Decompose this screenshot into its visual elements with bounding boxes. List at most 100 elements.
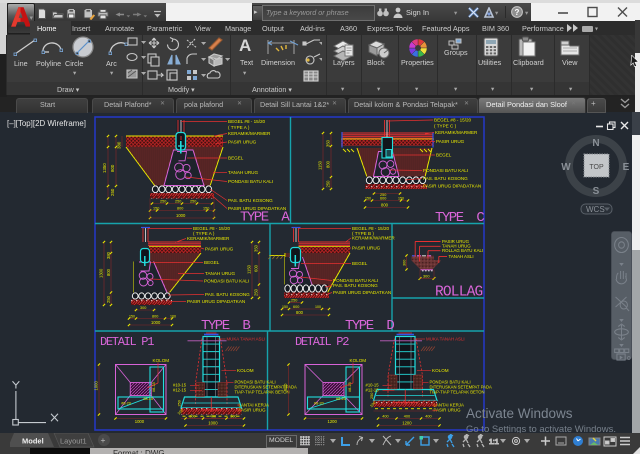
svg-text:800: 800 (283, 383, 288, 391)
svg-text:300: 300 (140, 306, 146, 310)
svg-text:PASIR URUG DIPADATKAN: PASIR URUG DIPADATKAN (423, 184, 481, 189)
svg-text:800: 800 (106, 268, 111, 276)
svg-text:DETAIL P1: DETAIL P1 (100, 335, 154, 349)
svg-text:PASIR URUG: PASIR URUG (436, 139, 465, 144)
svg-text:PASIR URUG DIPADATKAN: PASIR URUG DIPADATKAN (333, 290, 391, 295)
svg-text:PAS. BATU KOSONG: PAS. BATU KOSONG (333, 283, 378, 288)
svg-text:380: 380 (117, 141, 122, 149)
svg-text:1000: 1000 (94, 381, 99, 391)
svg-text:600: 600 (380, 196, 386, 200)
svg-text:TYPE A: TYPE A (240, 210, 290, 226)
svg-text:#8-25: #8-25 (336, 397, 346, 401)
svg-text:150: 150 (398, 196, 404, 200)
svg-text:350: 350 (254, 244, 259, 252)
svg-text:350: 350 (326, 139, 331, 147)
svg-text:WCS: WCS (586, 205, 605, 214)
svg-text:300: 300 (189, 414, 195, 418)
svg-text:1000: 1000 (176, 213, 186, 218)
svg-text:300: 300 (423, 273, 430, 278)
svg-text:KERAMIK/MARMER: KERAMIK/MARMER (435, 130, 478, 135)
svg-text:BEGEL #8 - 15/20: BEGEL #8 - 15/20 (228, 119, 266, 124)
svg-text:PASIR URUG: PASIR URUG (228, 140, 257, 145)
svg-text:250: 250 (160, 199, 166, 203)
svg-text:TANAH URUG: TANAH URUG (205, 271, 235, 276)
svg-text:PASIR URUG: PASIR URUG (352, 246, 381, 251)
svg-text:1150: 1150 (318, 160, 323, 170)
svg-text:#8-15: #8-15 (143, 397, 153, 401)
svg-text:600: 600 (293, 305, 299, 309)
svg-text:250: 250 (190, 199, 196, 203)
svg-text:TIAP-TIAP TELAPAK BETON: TIAP-TIAP TELAPAK BETON (235, 390, 290, 395)
svg-text:300: 300 (230, 414, 236, 418)
svg-text:TOP: TOP (589, 164, 604, 171)
svg-text:800: 800 (152, 314, 158, 318)
svg-text:250: 250 (110, 188, 115, 196)
svg-text:250: 250 (326, 180, 331, 188)
svg-text:#12-15: #12-15 (366, 388, 380, 393)
svg-text:MUKA TANAH ASLI: MUKA TANAH ASLI (227, 337, 266, 342)
svg-text:1350: 1350 (102, 163, 107, 173)
svg-text:KOLOM: KOLOM (350, 358, 367, 363)
svg-text:ROLLAG: ROLLAG (435, 285, 483, 301)
svg-text:PONDASI BATU KALI: PONDASI BATU KALI (423, 168, 468, 173)
svg-text:E: E (623, 162, 630, 173)
svg-text:#8-20: #8-20 (314, 402, 324, 406)
svg-text:400: 400 (210, 414, 216, 418)
svg-text:?: ? (515, 8, 520, 17)
svg-text:600: 600 (254, 264, 259, 272)
svg-text:+: + (101, 435, 106, 445)
svg-text:( TYPE A ): ( TYPE A ) (228, 125, 250, 130)
svg-text:800: 800 (296, 310, 304, 315)
svg-text:150: 150 (153, 206, 159, 210)
svg-text:ROLLAG BATU KALI: ROLLAG BATU KALI (442, 248, 483, 253)
svg-text:1000: 1000 (135, 419, 145, 424)
svg-text:TIAP-TIAP TELAPAK BETON: TIAP-TIAP TELAPAK BETON (430, 390, 485, 395)
svg-text:PASIR URUG: PASIR URUG (239, 408, 267, 413)
svg-text:400: 400 (425, 414, 431, 418)
svg-text:PONDASI BATU KALI: PONDASI BATU KALI (228, 179, 273, 184)
svg-text:250: 250 (254, 288, 259, 296)
svg-text:PASIR URUG: PASIR URUG (205, 247, 234, 252)
svg-text:N: N (592, 138, 599, 149)
svg-text:KOLOM: KOLOM (153, 358, 170, 363)
svg-text:250: 250 (291, 298, 297, 302)
svg-text:BEGEL: BEGEL (436, 153, 452, 158)
svg-text:800: 800 (177, 206, 183, 210)
svg-text:#8-20: #8-20 (121, 402, 131, 406)
svg-text:1150: 1150 (247, 264, 252, 274)
svg-text:400: 400 (382, 414, 388, 418)
svg-text:1000: 1000 (208, 420, 218, 425)
svg-text:150: 150 (203, 206, 209, 210)
svg-text:KERAMIK/MARMER: KERAMIK/MARMER (228, 131, 271, 136)
svg-text:300: 300 (403, 260, 407, 266)
svg-text:PASIR URUG DIPADATKAN: PASIR URUG DIPADATKAN (187, 299, 245, 304)
svg-text:KOLOM: KOLOM (237, 368, 254, 373)
svg-text:PASIR URUG: PASIR URUG (434, 408, 462, 413)
svg-text:BEGEL #8 - 15/20: BEGEL #8 - 15/20 (434, 118, 472, 123)
svg-text:150: 150 (129, 314, 135, 318)
svg-text:250: 250 (106, 295, 111, 303)
svg-text:PONDASI BATU KALI: PONDASI BATU KALI (204, 279, 249, 284)
svg-text:380: 380 (106, 251, 111, 259)
svg-text:250: 250 (178, 400, 182, 406)
svg-text:#8-15: #8-15 (152, 382, 156, 392)
svg-text:1000: 1000 (151, 320, 161, 325)
svg-text:PAS. BATU KOSONG: PAS. BATU KOSONG (228, 198, 273, 203)
svg-text:250: 250 (370, 393, 374, 399)
svg-text:BEGEL: BEGEL (352, 261, 368, 266)
svg-text:Model: Model (22, 437, 44, 446)
svg-text:800: 800 (326, 160, 331, 168)
svg-text:800: 800 (110, 164, 115, 172)
svg-text:TANAH URUG: TANAH URUG (228, 170, 258, 175)
svg-text:KERAMIK/WARMER: KERAMIK/WARMER (352, 236, 395, 241)
svg-text:( TYPE C ): ( TYPE C ) (434, 124, 457, 129)
svg-text:PAS. BATU KOSONG: PAS. BATU KOSONG (205, 292, 250, 297)
svg-text:Layout1: Layout1 (60, 437, 87, 446)
svg-text:1300: 1300 (99, 268, 104, 278)
svg-text:TYPE C: TYPE C (435, 210, 484, 226)
svg-text:#8-15: #8-15 (348, 382, 352, 392)
svg-text:KOLOM: KOLOM (432, 368, 449, 373)
svg-text:800: 800 (381, 202, 389, 207)
svg-text:150: 150 (282, 305, 288, 309)
svg-text:250: 250 (175, 199, 181, 203)
